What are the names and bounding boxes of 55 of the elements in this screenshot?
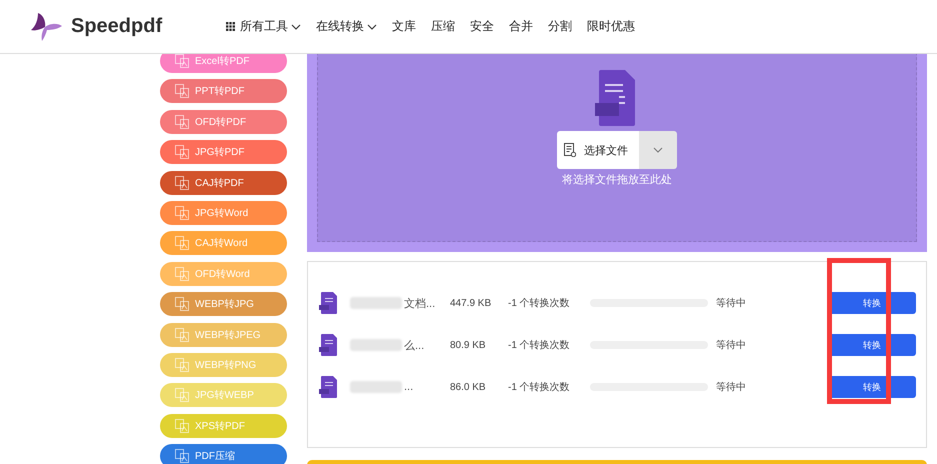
nav-link[interactable]: 限时优惠 (587, 18, 636, 35)
redaction-blur (350, 339, 402, 351)
pdf-file-icon (319, 376, 338, 398)
conversion-count: -1 个转换次数 (508, 381, 571, 394)
conversion-count: -1 个转换次数 (508, 297, 571, 310)
document-image-icon (175, 388, 189, 402)
document-icon (564, 143, 576, 157)
document-image-icon (175, 176, 189, 190)
choose-file-button[interactable]: 选择文件 (557, 131, 639, 169)
tool-link[interactable]: CAJ转PDF (160, 170, 287, 195)
document-image-icon (175, 449, 189, 464)
redaction-blur (350, 381, 402, 393)
drop-hint: 将选择文件拖放至此处 (562, 172, 672, 187)
document-image-icon (175, 297, 189, 312)
file-name: 么... (404, 338, 424, 352)
status-text: 等待中 (716, 380, 747, 394)
tool-link[interactable]: PPT转PDF (160, 79, 287, 104)
nav-link[interactable]: 合并 (509, 18, 534, 35)
status-text: 等待中 (716, 296, 747, 310)
nav-link[interactable]: 分割 (548, 18, 572, 35)
nav-link[interactable]: 文库 (392, 18, 416, 35)
brand-name[interactable]: Speedpdf (71, 15, 162, 38)
document-image-icon (175, 145, 189, 160)
chevron-down-icon (367, 24, 378, 30)
document-image-icon (175, 328, 189, 342)
file-name: 文档... (404, 296, 436, 310)
nav-link[interactable]: 在线转换 (316, 18, 378, 35)
document-image-icon (175, 236, 189, 250)
document-image-icon (175, 84, 189, 98)
pdf-file-icon (319, 292, 338, 314)
nav-link[interactable]: 安全 (470, 18, 494, 35)
file-size: 80.9 KB (450, 340, 487, 350)
upload-panel[interactable]: 选择文件 将选择文件拖放至此处 (307, 54, 927, 252)
file-size: 86.0 KB (450, 382, 487, 392)
butterfly-logo-icon[interactable] (30, 10, 64, 42)
nav-link[interactable]: 压缩 (431, 18, 456, 35)
document-image-icon (175, 114, 189, 129)
document-image-icon (175, 418, 189, 433)
chevron-down-icon (653, 147, 663, 153)
status-text: 等待中 (716, 338, 747, 352)
document-image-icon (175, 266, 189, 281)
conversion-count: -1 个转换次数 (508, 339, 571, 352)
chevron-down-icon (291, 24, 302, 30)
tool-link[interactable]: JPG转PDF (160, 140, 287, 164)
file-name: ... (404, 381, 414, 393)
tool-link[interactable]: PDF压缩 (160, 444, 287, 464)
document-image-icon (175, 358, 189, 372)
nav-link[interactable]: 所有工具 (226, 18, 302, 35)
tool-link[interactable]: OFD转PDF (160, 110, 287, 134)
file-size: 447.9 KB (450, 298, 492, 308)
redaction-blur (350, 297, 402, 309)
document-image-icon (175, 206, 189, 220)
document-image-icon (175, 54, 189, 68)
pdf-file-icon (319, 334, 338, 356)
grid-icon (226, 22, 236, 31)
